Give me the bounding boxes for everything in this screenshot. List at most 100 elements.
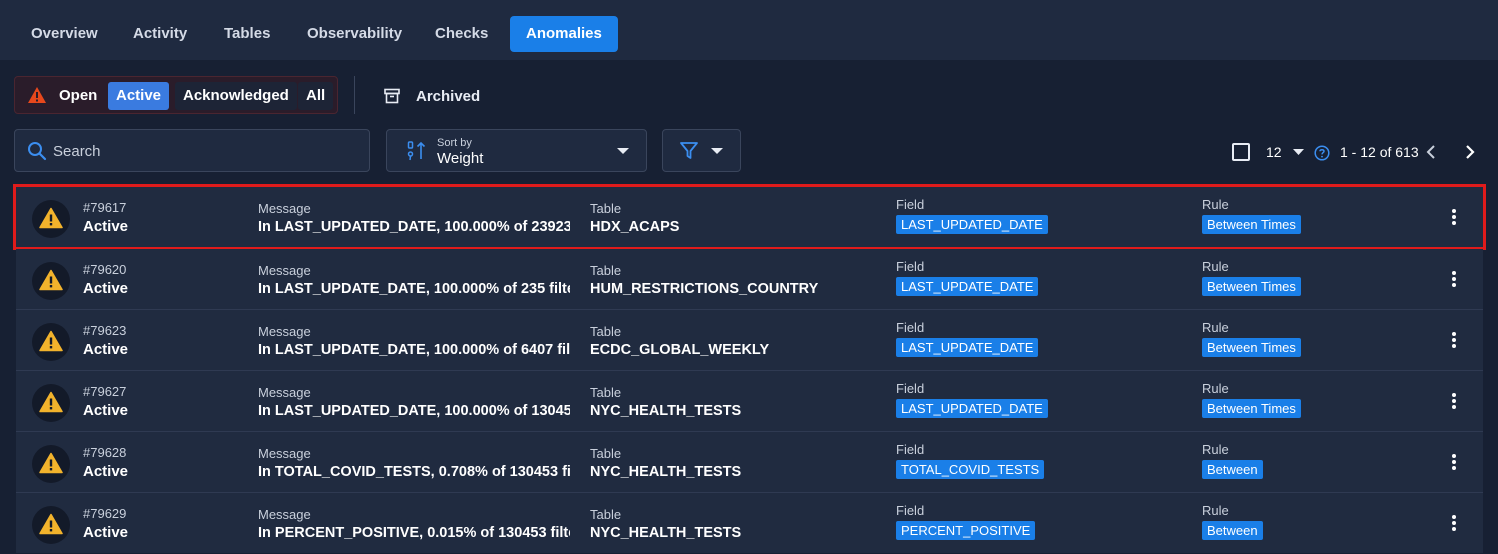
page-size-select[interactable]: 12 <box>1266 144 1282 160</box>
anomaly-id[interactable]: #79617 <box>83 200 126 215</box>
rule-label: Rule <box>1202 503 1229 518</box>
anomaly-status-badge <box>32 445 70 483</box>
field-tag: LAST_UPDATED_DATE <box>896 399 1048 418</box>
table-label: Table <box>590 385 622 400</box>
anomaly-id[interactable]: #79620 <box>83 262 126 277</box>
message-label: Message <box>258 385 311 400</box>
status-all-button[interactable]: All <box>298 82 334 110</box>
warning-icon <box>39 513 63 535</box>
table-value[interactable]: HUM_RESTRICTIONS_COUNTRY <box>590 281 870 297</box>
table-value[interactable]: ECDC_GLOBAL_WEEKLY <box>590 342 870 358</box>
table-value[interactable]: NYC_HEALTH_TESTS <box>590 525 870 541</box>
anomaly-id[interactable]: #79623 <box>83 323 126 338</box>
search-icon <box>28 142 47 161</box>
more-options-icon[interactable] <box>1448 453 1460 471</box>
archived-button[interactable]: Archived <box>384 84 480 108</box>
rule-tag: Between Times <box>1202 338 1301 357</box>
status-acknowledged-button[interactable]: Acknowledged <box>175 82 297 110</box>
rule-label: Rule <box>1202 381 1229 396</box>
table-row[interactable]: #79617 Active Message In LAST_UPDATED_DATE,… <box>13 184 1486 250</box>
rule-label: Rule <box>1202 320 1229 335</box>
table-row[interactable]: #79629 Active Message In PERCENT_POSITIVE, … <box>16 493 1483 553</box>
table-label: Table <box>590 263 622 278</box>
select-all-checkbox[interactable] <box>1232 143 1250 161</box>
message-label: Message <box>258 201 311 216</box>
anomaly-status-badge <box>32 384 70 422</box>
message-label: Message <box>258 324 311 339</box>
field-label: Field <box>896 197 925 212</box>
warning-icon <box>39 391 63 413</box>
table-row[interactable]: #79628 Active Message In TOTAL_COVID_TESTS,… <box>16 432 1483 492</box>
field-label: Field <box>896 320 925 335</box>
anomaly-id[interactable]: #79629 <box>83 506 126 521</box>
divider <box>354 76 355 114</box>
help-icon[interactable] <box>1314 145 1330 161</box>
field-tag: LAST_UPDATE_DATE <box>896 338 1039 357</box>
table-row[interactable]: #79627 Active Message In LAST_UPDATED_DATE,… <box>16 371 1483 431</box>
tab-anomalies[interactable]: Anomalies <box>510 16 618 52</box>
field-label: Field <box>896 442 925 457</box>
rule-label: Rule <box>1202 197 1229 212</box>
pagination-range: 1 - 12 of 613 <box>1340 144 1419 160</box>
rule-tag: Between Times <box>1202 399 1301 418</box>
message-value: In LAST_UPDATE_DATE, 100.000% of 6407 fi… <box>258 342 570 358</box>
message-value: In LAST_UPDATE_DATE, 100.000% of 235 fil… <box>258 281 570 297</box>
chevron-right-icon[interactable] <box>1463 144 1477 160</box>
anomaly-status-badge <box>32 262 70 300</box>
message-label: Message <box>258 507 311 522</box>
rule-tag: Between Times <box>1202 215 1301 234</box>
warning-icon <box>39 330 63 352</box>
anomaly-id[interactable]: #79627 <box>83 384 126 399</box>
message-label: Message <box>258 446 311 461</box>
table-label: Table <box>590 446 622 461</box>
field-tag: TOTAL_COVID_TESTS <box>896 460 1045 479</box>
chevron-down-icon <box>617 148 629 154</box>
rule-label: Rule <box>1202 442 1229 457</box>
sort-value: Weight <box>437 150 484 167</box>
rule-tag: Between <box>1202 521 1263 540</box>
chevron-down-icon[interactable] <box>1293 149 1304 155</box>
anomaly-status: Active <box>83 524 129 541</box>
more-options-icon[interactable] <box>1448 270 1460 288</box>
warning-icon <box>39 452 63 474</box>
anomaly-status: Active <box>83 341 129 358</box>
anomaly-status-badge <box>32 200 70 238</box>
sort-caption: Sort by <box>437 137 472 149</box>
tab-observability[interactable]: Observability <box>291 16 418 52</box>
table-row[interactable]: #79623 Active Message In LAST_UPDATE_DATE, … <box>16 310 1483 370</box>
status-active-button[interactable]: Active <box>108 82 170 110</box>
anomaly-status-badge <box>32 506 70 544</box>
tab-bar: Overview Activity Tables Observability C… <box>0 0 1498 60</box>
warning-icon <box>39 269 63 291</box>
message-value: In TOTAL_COVID_TESTS, 0.708% of 130453 f… <box>258 464 570 480</box>
search-input[interactable] <box>53 138 353 164</box>
tab-activity[interactable]: Activity <box>117 16 203 52</box>
search-box <box>14 129 370 172</box>
anomaly-status: Active <box>83 402 129 419</box>
filter-button[interactable] <box>662 129 741 172</box>
more-options-icon[interactable] <box>1448 514 1460 532</box>
tab-overview[interactable]: Overview <box>15 16 114 52</box>
anomaly-status: Active <box>83 280 129 297</box>
field-label: Field <box>896 503 925 518</box>
anomaly-status-badge <box>32 323 70 361</box>
sort-dropdown[interactable]: Sort by Weight <box>386 129 647 172</box>
rule-tag: Between Times <box>1202 277 1301 296</box>
table-label: Table <box>590 507 622 522</box>
message-value: In LAST_UPDATED_DATE, 100.000% of 13045.… <box>258 403 570 419</box>
anomaly-id[interactable]: #79628 <box>83 445 126 460</box>
more-options-icon[interactable] <box>1448 208 1460 226</box>
table-value[interactable]: HDX_ACAPS <box>590 219 870 235</box>
status-open-button[interactable]: Open <box>51 82 105 110</box>
tab-checks[interactable]: Checks <box>419 16 504 52</box>
table-label: Table <box>590 201 622 216</box>
more-options-icon[interactable] <box>1448 392 1460 410</box>
tab-tables[interactable]: Tables <box>208 16 286 52</box>
chevron-left-icon[interactable] <box>1424 144 1438 160</box>
table-value[interactable]: NYC_HEALTH_TESTS <box>590 403 870 419</box>
more-options-icon[interactable] <box>1448 331 1460 349</box>
message-label: Message <box>258 263 311 278</box>
table-value[interactable]: NYC_HEALTH_TESTS <box>590 464 870 480</box>
table-row[interactable]: #79620 Active Message In LAST_UPDATE_DATE, … <box>16 249 1483 309</box>
chevron-down-icon <box>711 148 723 154</box>
